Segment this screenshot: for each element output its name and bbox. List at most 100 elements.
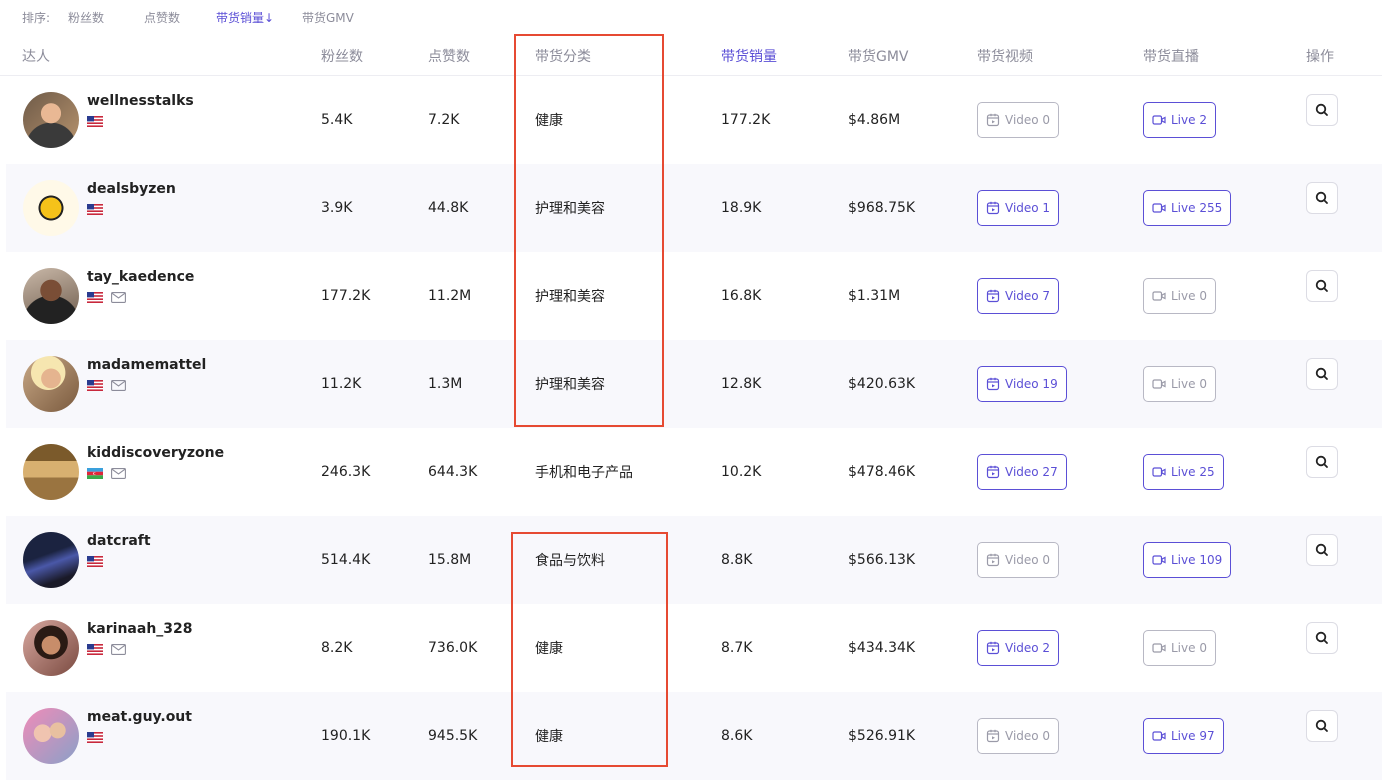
live-button[interactable]: Live 109	[1143, 542, 1232, 578]
live-button[interactable]: Live 0	[1143, 630, 1216, 666]
creator-name[interactable]: datcraft	[87, 533, 151, 549]
mail-icon[interactable]	[111, 380, 126, 391]
creator-name[interactable]: meat.guy.out	[87, 709, 192, 725]
sort-option-gmv[interactable]: 带货GMV	[302, 9, 354, 26]
sort-option-followers[interactable]: 粉丝数	[68, 9, 104, 26]
search-button[interactable]	[1306, 358, 1338, 390]
header-likes[interactable]: 点赞数	[428, 46, 470, 66]
header-sales[interactable]: 带货销量	[721, 46, 777, 66]
video-count: Video 0	[1005, 553, 1051, 567]
header-gmv[interactable]: 带货GMV	[848, 46, 909, 66]
search-button[interactable]	[1306, 710, 1338, 742]
table-row[interactable]: kiddiscoveryzone 246.3K 644.3K 手机和电子产品 1…	[6, 428, 1382, 516]
likes-cell: 945.5K	[428, 728, 478, 744]
table-row[interactable]: tay_kaedence 177.2K 11.2M 护理和美容 16.8K $1…	[6, 252, 1382, 340]
gmv-cell: $968.75K	[848, 200, 916, 216]
mail-icon[interactable]	[111, 644, 126, 655]
avatar[interactable]	[23, 708, 79, 764]
avatar[interactable]	[23, 356, 79, 412]
creator-name[interactable]: kiddiscoveryzone	[87, 445, 224, 461]
table-row[interactable]: madamemattel 11.2K 1.3M 护理和美容 12.8K $420…	[6, 340, 1382, 428]
video-button[interactable]: Video 19	[977, 366, 1067, 402]
sales-cell: 8.7K	[721, 640, 753, 656]
sort-option-likes[interactable]: 点赞数	[144, 9, 180, 26]
video-button[interactable]: Video 1	[977, 190, 1060, 226]
creator-name[interactable]: wellnesstalks	[87, 93, 194, 109]
video-button[interactable]: Video 27	[977, 454, 1067, 490]
creator-meta	[87, 468, 126, 479]
video-button[interactable]: Video 2	[977, 630, 1060, 666]
video-calendar-icon	[986, 377, 1000, 391]
creator-name[interactable]: tay_kaedence	[87, 269, 194, 285]
mail-icon[interactable]	[111, 292, 126, 303]
search-button[interactable]	[1306, 182, 1338, 214]
avatar[interactable]	[23, 532, 79, 588]
video-calendar-icon	[986, 113, 1000, 127]
search-icon	[1315, 455, 1329, 469]
video-count: Video 27	[1005, 465, 1058, 479]
live-camera-icon	[1152, 465, 1166, 479]
sales-cell: 8.6K	[721, 728, 753, 744]
creator-name[interactable]: madamemattel	[87, 357, 206, 373]
likes-cell: 7.2K	[428, 112, 460, 128]
search-button[interactable]	[1306, 270, 1338, 302]
live-button[interactable]: Live 0	[1143, 278, 1216, 314]
avatar[interactable]	[23, 180, 79, 236]
table-row[interactable]: datcraft 514.4K 15.8M 食品与饮料 8.8K $566.13…	[6, 516, 1382, 604]
live-camera-icon	[1152, 289, 1166, 303]
followers-cell: 3.9K	[321, 200, 353, 216]
creator-meta	[87, 556, 103, 567]
creator-name[interactable]: dealsbyzen	[87, 181, 176, 197]
header-followers[interactable]: 粉丝数	[321, 46, 363, 66]
mail-icon[interactable]	[111, 468, 126, 479]
search-icon	[1315, 103, 1329, 117]
creator-name[interactable]: karinaah_328	[87, 621, 193, 637]
header-action: 操作	[1306, 49, 1334, 65]
live-button[interactable]: Live 25	[1143, 454, 1224, 490]
followers-cell: 177.2K	[321, 288, 371, 304]
live-camera-icon	[1152, 113, 1166, 127]
sales-cell: 16.8K	[721, 288, 762, 304]
video-count: Video 0	[1005, 113, 1051, 127]
followers-cell: 514.4K	[321, 552, 371, 568]
video-button[interactable]: Video 0	[977, 102, 1060, 138]
live-button[interactable]: Live 255	[1143, 190, 1232, 226]
live-button[interactable]: Live 97	[1143, 718, 1224, 754]
header-creator: 达人	[22, 49, 50, 65]
search-button[interactable]	[1306, 94, 1338, 126]
category-cell: 健康	[535, 641, 563, 657]
avatar[interactable]	[23, 268, 79, 324]
gmv-cell: $4.86M	[848, 112, 901, 128]
video-button[interactable]: Video 0	[977, 542, 1060, 578]
avatar[interactable]	[23, 444, 79, 500]
table-header: 达人 粉丝数 点赞数 带货分类 带货销量 带货GMV 带货视频 带货直播 操作	[0, 34, 1382, 76]
search-button[interactable]	[1306, 534, 1338, 566]
avatar[interactable]	[23, 92, 79, 148]
flag-icon	[87, 292, 103, 303]
live-button[interactable]: Live 0	[1143, 366, 1216, 402]
search-button[interactable]	[1306, 622, 1338, 654]
followers-cell: 8.2K	[321, 640, 353, 656]
live-camera-icon	[1152, 377, 1166, 391]
category-cell: 手机和电子产品	[535, 465, 633, 481]
live-count: Live 255	[1171, 201, 1223, 215]
live-button[interactable]: Live 2	[1143, 102, 1216, 138]
table-row[interactable]: karinaah_328 8.2K 736.0K 健康 8.7K $434.34…	[6, 604, 1382, 692]
video-button[interactable]: Video 0	[977, 718, 1060, 754]
flag-icon	[87, 732, 103, 743]
table-row[interactable]: meat.guy.out 190.1K 945.5K 健康 8.6K $526.…	[6, 692, 1382, 780]
live-count: Live 109	[1171, 553, 1223, 567]
video-calendar-icon	[986, 201, 1000, 215]
gmv-cell: $566.13K	[848, 552, 916, 568]
video-button[interactable]: Video 7	[977, 278, 1060, 314]
table-row[interactable]: dealsbyzen 3.9K 44.8K 护理和美容 18.9K $968.7…	[6, 164, 1382, 252]
search-button[interactable]	[1306, 446, 1338, 478]
live-count: Live 0	[1171, 377, 1207, 391]
avatar[interactable]	[23, 620, 79, 676]
creator-meta	[87, 292, 126, 303]
sales-cell: 18.9K	[721, 200, 762, 216]
table-row[interactable]: wellnesstalks 5.4K 7.2K 健康 177.2K $4.86M…	[6, 76, 1382, 164]
live-count: Live 0	[1171, 641, 1207, 655]
sales-cell: 8.8K	[721, 552, 753, 568]
sort-option-sales[interactable]: 带货销量↓	[216, 9, 274, 26]
